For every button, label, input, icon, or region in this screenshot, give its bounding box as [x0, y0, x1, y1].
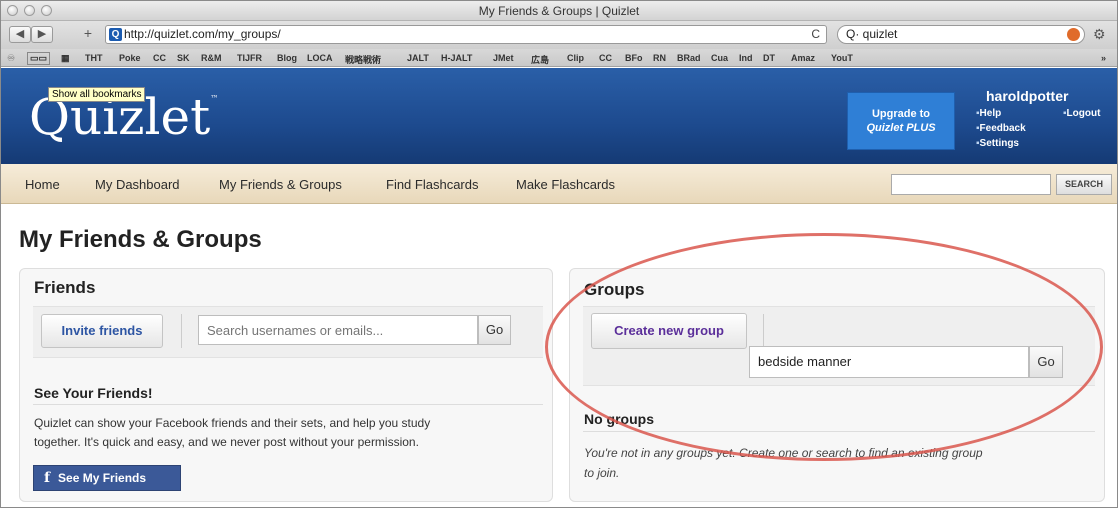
window-title: My Friends & Groups | Quizlet — [478, 4, 640, 18]
bookmark-item[interactable]: LOCA — [307, 53, 333, 63]
search-engine-icon[interactable] — [1067, 28, 1080, 41]
upgrade-line2: Quizlet PLUS — [866, 122, 936, 134]
no-groups-heading: No groups — [584, 411, 654, 427]
chevron-right-icon[interactable]: » — [1101, 53, 1106, 63]
forward-button[interactable]: ▶ — [31, 26, 53, 43]
friend-search-go-button[interactable]: Go — [478, 315, 511, 345]
upgrade-line1: Upgrade to — [871, 108, 931, 120]
bookmark-item[interactable]: Amaz — [791, 53, 815, 63]
bookmark-item[interactable]: Blog — [277, 53, 297, 63]
no-groups-text-line1: You're not in any groups yet. Create one… — [584, 446, 983, 460]
group-search-input[interactable]: bedside manner — [749, 346, 1029, 378]
bookmark-item[interactable]: JALT — [407, 53, 429, 63]
create-new-group-button[interactable]: Create new group — [591, 313, 747, 349]
toolbar-divider — [181, 314, 182, 348]
bookmark-item[interactable]: Cua — [711, 53, 728, 63]
invite-friends-button[interactable]: Invite friends — [41, 314, 163, 348]
page-title: My Friends & Groups — [19, 226, 262, 253]
bookmark-item[interactable]: BRad — [677, 53, 701, 63]
bookmark-item[interactable]: 広島 — [531, 53, 549, 66]
reading-list-icon[interactable]: ♾ — [7, 53, 15, 64]
facebook-icon: f — [44, 470, 51, 486]
browser-search-field[interactable]: Q· quizlet — [837, 25, 1085, 44]
back-button[interactable]: ◀ — [9, 26, 31, 43]
quizlet-favicon-icon: Q — [109, 28, 122, 41]
add-bookmark-button[interactable]: + — [77, 26, 99, 43]
browser-window: My Friends & Groups | Quizlet ◀ ▶ + Q ht… — [0, 0, 1118, 508]
settings-link[interactable]: Settings — [976, 138, 1019, 149]
friends-description-line2: together. It's quick and easy, and we ne… — [34, 435, 419, 449]
logout-link[interactable]: Logout — [1063, 108, 1101, 119]
bookmark-item[interactable]: THT — [85, 53, 103, 63]
friends-description-line1: Quizlet can show your Facebook friends a… — [34, 416, 431, 430]
divider — [33, 404, 543, 405]
bookmark-item[interactable]: RN — [653, 53, 666, 63]
bookmark-item[interactable]: BFo — [625, 53, 643, 63]
bookmark-item[interactable]: DT — [763, 53, 775, 63]
see-my-friends-button[interactable]: f See My Friends — [33, 465, 181, 491]
upgrade-button[interactable]: Upgrade to Quizlet PLUS — [847, 92, 955, 150]
no-groups-text-line2: to join. — [584, 466, 620, 480]
toolbar-divider — [763, 314, 764, 348]
bookmark-item[interactable]: JMet — [493, 53, 514, 63]
browser-search-text: Q· quizlet — [846, 27, 898, 41]
bookmarks-bar: ♾ ▭▭ ▦ THT Poke CC SK R&M TIJFR Blog LOC… — [1, 49, 1117, 67]
show-bookmarks-icon[interactable]: ▭▭ — [27, 52, 51, 65]
see-my-friends-label: See My Friends — [58, 471, 147, 485]
divider — [583, 431, 1095, 432]
browser-toolbar: ◀ ▶ + Q http://quizlet.com/my_groups/ C … — [1, 21, 1117, 49]
username-label[interactable]: haroldpotter — [986, 88, 1068, 104]
nav-make-flashcards[interactable]: Make Flashcards — [516, 177, 615, 192]
nav-my-dashboard[interactable]: My Dashboard — [95, 177, 180, 192]
bookmark-item[interactable]: CC — [599, 53, 612, 63]
bookmark-item[interactable]: SK — [177, 53, 190, 63]
bookmark-item[interactable]: Clip — [567, 53, 584, 63]
feedback-link[interactable]: Feedback — [976, 123, 1026, 134]
see-friends-heading: See Your Friends! — [34, 385, 153, 401]
site-nav: Home My Dashboard My Friends & Groups Fi… — [1, 164, 1117, 204]
group-search-go-button[interactable]: Go — [1029, 346, 1063, 378]
gear-icon[interactable]: ⚙ — [1093, 26, 1106, 43]
site-search-input[interactable] — [891, 174, 1051, 195]
title-bar: My Friends & Groups | Quizlet — [1, 1, 1117, 21]
bookmark-item[interactable]: CC — [153, 53, 166, 63]
bookmark-item[interactable]: R&M — [201, 53, 222, 63]
reload-icon[interactable]: C — [811, 26, 820, 43]
bookmark-item[interactable]: Ind — [739, 53, 753, 63]
groups-heading: Groups — [584, 280, 645, 299]
nav-my-friends-groups[interactable]: My Friends & Groups — [219, 177, 342, 192]
bookmark-item[interactable]: H-JALT — [441, 53, 472, 63]
friends-heading: Friends — [34, 278, 96, 297]
friend-search-input[interactable] — [198, 315, 478, 345]
bookmark-item[interactable]: 戦略戦術 — [345, 53, 381, 66]
bookmark-item[interactable]: Poke — [119, 53, 141, 63]
address-bar[interactable]: Q http://quizlet.com/my_groups/ C — [105, 25, 827, 44]
nav-find-flashcards[interactable]: Find Flashcards — [386, 177, 478, 192]
address-text: http://quizlet.com/my_groups/ — [124, 27, 281, 41]
top-sites-icon[interactable]: ▦ — [61, 53, 70, 64]
nav-home[interactable]: Home — [25, 177, 60, 192]
help-link[interactable]: Help — [976, 108, 1002, 119]
bookmark-item[interactable]: TIJFR — [237, 53, 262, 63]
site-search-button[interactable]: SEARCH — [1056, 174, 1112, 195]
bookmark-item[interactable]: YouT — [831, 53, 853, 63]
bookmarks-tooltip: Show all bookmarks — [48, 87, 146, 102]
